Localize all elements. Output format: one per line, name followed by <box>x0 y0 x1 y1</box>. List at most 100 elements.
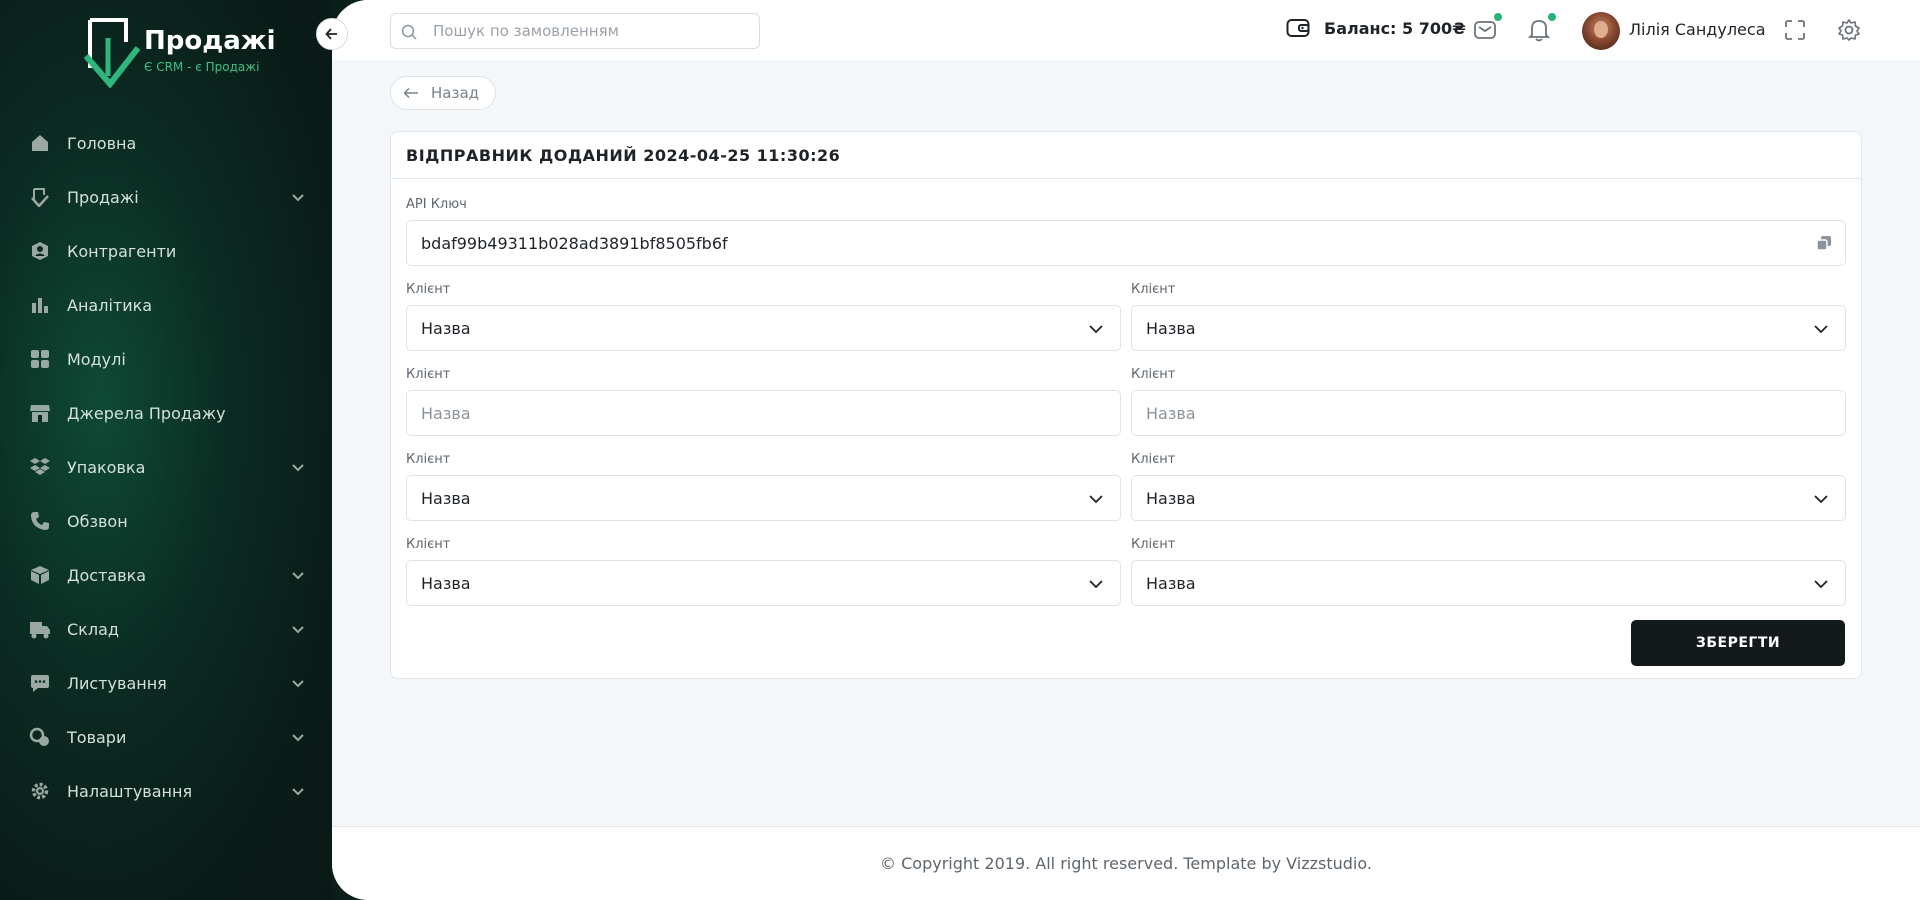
client-input-1[interactable]: Назва <box>406 390 1121 436</box>
sidebar-item-label: Контрагенти <box>67 241 177 261</box>
copy-icon[interactable] <box>1815 234 1833 252</box>
analytics-icon <box>29 294 51 316</box>
sidebar-item-sales[interactable]: Продажі <box>0 170 332 224</box>
sidebar-collapse-button[interactable] <box>316 18 348 50</box>
user-name[interactable]: Лілія Сандулеса <box>1629 20 1766 39</box>
client-select-5[interactable]: Назва <box>406 560 1121 606</box>
chevron-down-icon <box>292 572 304 580</box>
chevron-down-icon <box>292 464 304 472</box>
sidebar-item-warehouse[interactable]: Склад <box>0 602 332 656</box>
client-select-1[interactable]: Назва <box>406 305 1121 351</box>
client-select-2[interactable]: Назва <box>1131 305 1846 351</box>
sidebar-item-delivery[interactable]: Доставка <box>0 548 332 602</box>
settings-icon <box>29 780 51 802</box>
notification-dot <box>1548 13 1556 21</box>
client-select-3[interactable]: Назва <box>406 475 1121 521</box>
api-key-value: bdaf99b49311b028ad3891bf8505fb6f <box>421 233 728 253</box>
chat-icon <box>29 672 51 694</box>
sidebar-nav: Головна Продажі Контрагенти Аналітика Мо… <box>0 116 332 818</box>
brand-logo[interactable]: Продажі Є CRM - є Продажі <box>84 18 276 88</box>
sidebar-item-products[interactable]: Товари <box>0 710 332 764</box>
contractors-icon <box>29 240 51 262</box>
sales-icon <box>29 186 51 208</box>
sidebar-item-packaging[interactable]: Упаковка <box>0 440 332 494</box>
client-label: Клієнт <box>1131 537 1176 552</box>
sidebar-item-modules[interactable]: Модулі <box>0 332 332 386</box>
mail-notification-dot <box>1494 13 1502 21</box>
client-label: Клієнт <box>406 282 451 297</box>
sidebar-item-label: Товари <box>67 727 127 747</box>
fullscreen-icon <box>1785 20 1805 40</box>
gear-icon <box>1838 19 1860 41</box>
footer: © Copyright 2019. All right reserved. Te… <box>332 826 1920 900</box>
card-header: ВІДПРАВНИК ДОДАНИЙ 2024-04-25 11:30:26 <box>391 132 1861 179</box>
client-select-value: Назва <box>1146 488 1196 508</box>
fullscreen-button[interactable] <box>1782 17 1808 43</box>
back-label: Назад <box>431 84 480 102</box>
sidebar-item-contractors[interactable]: Контрагенти <box>0 224 332 278</box>
client-select-6[interactable]: Назва <box>1131 560 1846 606</box>
client-label: Клієнт <box>406 367 451 382</box>
client-label: Клієнт <box>1131 282 1176 297</box>
search-box[interactable] <box>390 13 760 49</box>
brand-subtitle: Є CRM - є Продажі <box>144 60 260 74</box>
client-select-value: Назва <box>421 573 471 593</box>
sidebar-item-label: Джерела Продажу <box>67 403 226 423</box>
home-icon <box>29 132 51 154</box>
chevron-down-icon <box>292 788 304 796</box>
logo-icon <box>84 18 140 88</box>
chevron-down-icon <box>1089 580 1103 589</box>
packaging-icon <box>29 456 51 478</box>
sidebar-item-label: Модулі <box>67 349 126 369</box>
sidebar-item-calls[interactable]: Обзвон <box>0 494 332 548</box>
card-title: ВІДПРАВНИК ДОДАНИЙ 2024-04-25 11:30:26 <box>406 145 841 165</box>
topbar: Баланс: 5 700₴ Лілія Сандулеса <box>332 0 1920 60</box>
sidebar: Продажі Є CRM - є Продажі Головна Продаж… <box>0 0 332 900</box>
client-select-value: Назва <box>421 488 471 508</box>
sidebar-item-label: Продажі <box>67 187 139 207</box>
phone-icon <box>29 510 51 532</box>
sidebar-item-messages[interactable]: Листування <box>0 656 332 710</box>
sidebar-item-sources[interactable]: Джерела Продажу <box>0 386 332 440</box>
search-icon <box>401 24 417 40</box>
sidebar-item-label: Аналітика <box>67 295 153 315</box>
sidebar-item-label: Листування <box>67 673 167 693</box>
mail-icon <box>1474 21 1496 39</box>
chevron-down-icon <box>292 680 304 688</box>
chevron-down-icon <box>292 626 304 634</box>
client-select-value: Назва <box>1146 318 1196 338</box>
brand-title: Продажі <box>144 26 276 56</box>
arrow-left-icon <box>325 28 337 40</box>
chevron-down-icon <box>292 194 304 202</box>
sender-form-card: ВІДПРАВНИК ДОДАНИЙ 2024-04-25 11:30:26 A… <box>390 131 1862 679</box>
sidebar-item-label: Упаковка <box>67 457 146 477</box>
sidebar-item-label: Доставка <box>67 565 147 585</box>
arrow-left-icon <box>403 87 418 99</box>
mail-button[interactable] <box>1472 13 1502 43</box>
balance-widget[interactable]: Баланс: 5 700₴ <box>1286 18 1466 38</box>
settings-button[interactable] <box>1836 17 1862 43</box>
chevron-down-icon <box>1814 495 1828 504</box>
api-key-label: API Ключ <box>406 197 467 212</box>
sidebar-item-home[interactable]: Головна <box>0 116 332 170</box>
sidebar-item-analytics[interactable]: Аналітика <box>0 278 332 332</box>
sidebar-item-label: Обзвон <box>67 511 128 531</box>
save-button[interactable]: ЗБЕРЕГТИ <box>1631 620 1845 666</box>
client-label: Клієнт <box>1131 452 1176 467</box>
chevron-down-icon <box>292 734 304 742</box>
bell-icon <box>1528 20 1550 42</box>
avatar[interactable] <box>1582 12 1620 50</box>
back-button[interactable]: Назад <box>390 76 496 110</box>
client-label: Клієнт <box>1131 367 1176 382</box>
client-select-4[interactable]: Назва <box>1131 475 1846 521</box>
chevron-down-icon <box>1814 325 1828 334</box>
sidebar-item-settings[interactable]: Налаштування <box>0 764 332 818</box>
client-input-2[interactable]: Назва <box>1131 390 1846 436</box>
api-key-field[interactable]: bdaf99b49311b028ad3891bf8505fb6f <box>406 220 1846 266</box>
search-input[interactable] <box>433 14 753 48</box>
notifications-button[interactable] <box>1526 13 1556 43</box>
sidebar-item-label: Налаштування <box>67 781 193 801</box>
client-label: Клієнт <box>406 452 451 467</box>
copyright-text: © Copyright 2019. All right reserved. Te… <box>880 854 1372 873</box>
client-label: Клієнт <box>406 537 451 552</box>
